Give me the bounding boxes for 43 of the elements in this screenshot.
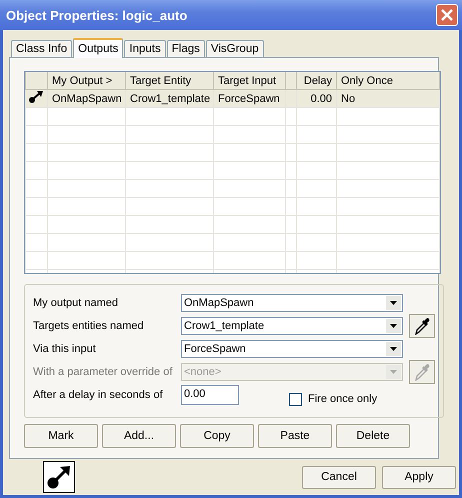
caret-icon	[390, 370, 397, 374]
column-header[interactable]: Delay	[296, 72, 336, 90]
caret-icon	[390, 347, 397, 351]
table-cell: No	[336, 90, 440, 108]
action-button[interactable]: Delete	[336, 424, 410, 448]
field-label: After a delay in seconds of	[33, 389, 164, 401]
table-cell: OnMapSpawn	[48, 90, 126, 108]
dialog-button[interactable]: Apply	[382, 466, 456, 488]
dropdown-field[interactable]: Crow1_template	[181, 317, 403, 335]
table-cell: Crow1_template	[126, 90, 214, 108]
tab[interactable]: Outputs	[73, 38, 124, 58]
column-header[interactable]: Only Once	[336, 72, 440, 90]
tab[interactable]: VisGroup	[206, 40, 264, 57]
column-header[interactable]: Target Entity	[126, 72, 214, 90]
dropdown-field[interactable]: OnMapSpawn	[181, 294, 403, 312]
field-label: My output named	[33, 297, 119, 309]
action-button[interactable]: Paste	[258, 424, 332, 448]
table-cell: ForceSpawn	[214, 90, 286, 108]
column-header[interactable]: My Output >	[48, 72, 126, 90]
table-cell: 0.00	[296, 90, 336, 108]
tab[interactable]: Flags	[166, 40, 205, 57]
action-button[interactable]: Add...	[102, 424, 176, 448]
tab[interactable]: Inputs	[124, 40, 166, 57]
caret-icon	[390, 301, 397, 305]
close-icon	[441, 9, 453, 21]
window-title: Object Properties: logic_auto	[6, 8, 188, 22]
output-arrow-icon	[28, 90, 44, 104]
field-label: With a parameter override of	[33, 366, 174, 378]
dialog-button[interactable]: Cancel	[302, 466, 376, 488]
action-button[interactable]: Copy	[180, 424, 254, 448]
field-label: Targets entities named	[33, 320, 145, 332]
eyedropper-button[interactable]	[409, 314, 435, 338]
eyedropper-icon	[414, 363, 430, 381]
field-label: Via this input	[33, 343, 97, 355]
column-header[interactable]: Target Input	[214, 72, 286, 90]
tab[interactable]: Class Info	[11, 40, 72, 57]
dropdown-field[interactable]: ForceSpawn	[181, 340, 403, 358]
action-button[interactable]: Mark	[24, 424, 98, 448]
fire-once-checkbox[interactable]: Fire once only	[289, 392, 378, 406]
eyedropper-icon	[414, 317, 430, 335]
close-button[interactable]	[436, 4, 458, 26]
input-field[interactable]: 0.00	[181, 385, 239, 405]
caret-icon	[390, 324, 397, 328]
